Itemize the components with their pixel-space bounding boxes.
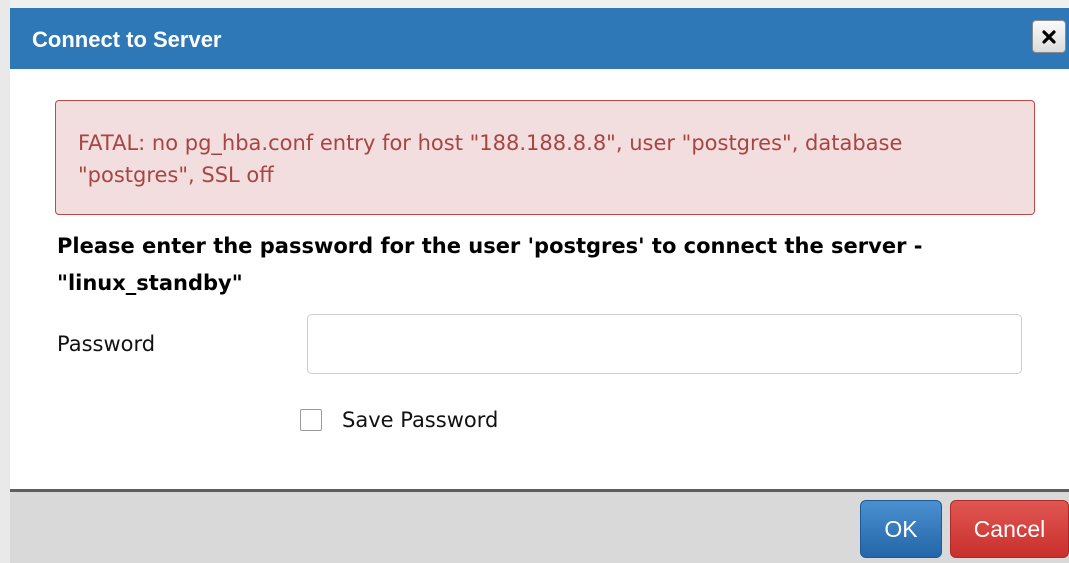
dialog-header: Connect to Server bbox=[10, 0, 1069, 69]
close-button[interactable] bbox=[1032, 20, 1066, 53]
password-field[interactable] bbox=[307, 314, 1022, 374]
password-prompt: Please enter the password for the user '… bbox=[57, 234, 923, 295]
dialog-title: Connect to Server bbox=[32, 27, 222, 52]
dialog-footer: OK Cancel bbox=[10, 489, 1069, 563]
save-password-label[interactable]: Save Password bbox=[342, 408, 498, 432]
cancel-button[interactable]: Cancel bbox=[950, 500, 1069, 558]
error-alert: FATAL: no pg_hba.conf entry for host "18… bbox=[55, 100, 1035, 215]
ok-button[interactable]: OK bbox=[860, 500, 942, 558]
save-password-checkbox[interactable] bbox=[300, 409, 322, 431]
password-label: Password bbox=[57, 332, 156, 356]
close-icon bbox=[1042, 29, 1056, 44]
save-password-row: Save Password bbox=[300, 408, 498, 432]
connect-dialog: Connect to Server FATAL: no pg_hba.conf … bbox=[0, 0, 1069, 563]
